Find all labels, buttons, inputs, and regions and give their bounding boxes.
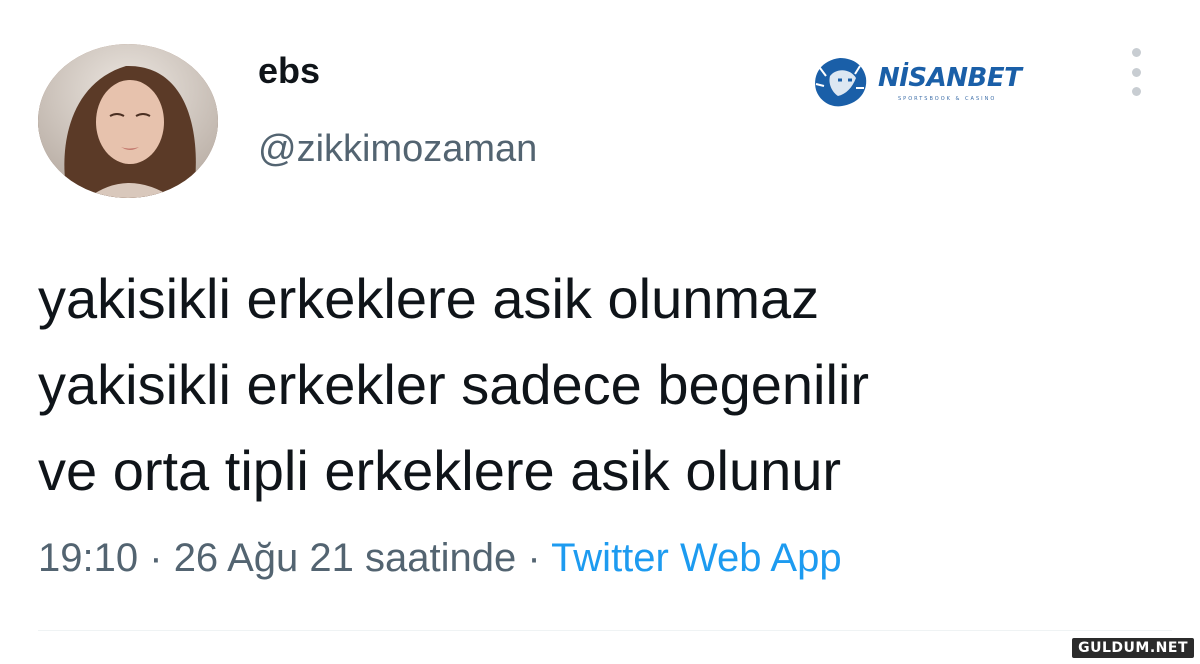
display-name[interactable]: ebs xyxy=(258,50,320,92)
tweet-line: yakisikli erkeklere asik olunmaz xyxy=(38,267,820,330)
lion-icon xyxy=(815,58,867,107)
user-handle[interactable]: @zikkimozaman xyxy=(258,128,537,171)
dot xyxy=(1131,87,1141,96)
tweet-source-link[interactable]: Twitter Web App xyxy=(551,536,842,580)
tweet-time[interactable]: 19:10 xyxy=(38,536,138,580)
brand-name: NİSANBET xyxy=(878,63,1022,93)
dot xyxy=(1131,67,1141,77)
tweet-date[interactable]: 26 Ağu 21 saatinde xyxy=(174,536,517,580)
tweet-line: yakisikli erkekler sadece begenilir xyxy=(38,353,870,416)
divider xyxy=(38,630,1172,631)
separator: · xyxy=(149,536,163,580)
brand-tagline: SPORTSBOOK & CASINO xyxy=(898,96,997,102)
separator: · xyxy=(527,536,541,580)
watermark: GULDUM.NET xyxy=(1072,638,1194,658)
more-options-icon[interactable] xyxy=(1124,48,1148,96)
tweet-text: yakisikli erkeklere asik olunmaz yakisik… xyxy=(38,256,1168,514)
tweet-meta: 19:10 · 26 Ağu 21 saatinde · Twitter Web… xyxy=(38,536,842,581)
tweet-line: ve orta tipli erkeklere asik olunur xyxy=(38,439,842,502)
avatar[interactable] xyxy=(38,44,218,198)
dot xyxy=(1131,48,1141,57)
brand-logo: NİSANBET SPORTSBOOK & CASINO xyxy=(808,52,1053,112)
